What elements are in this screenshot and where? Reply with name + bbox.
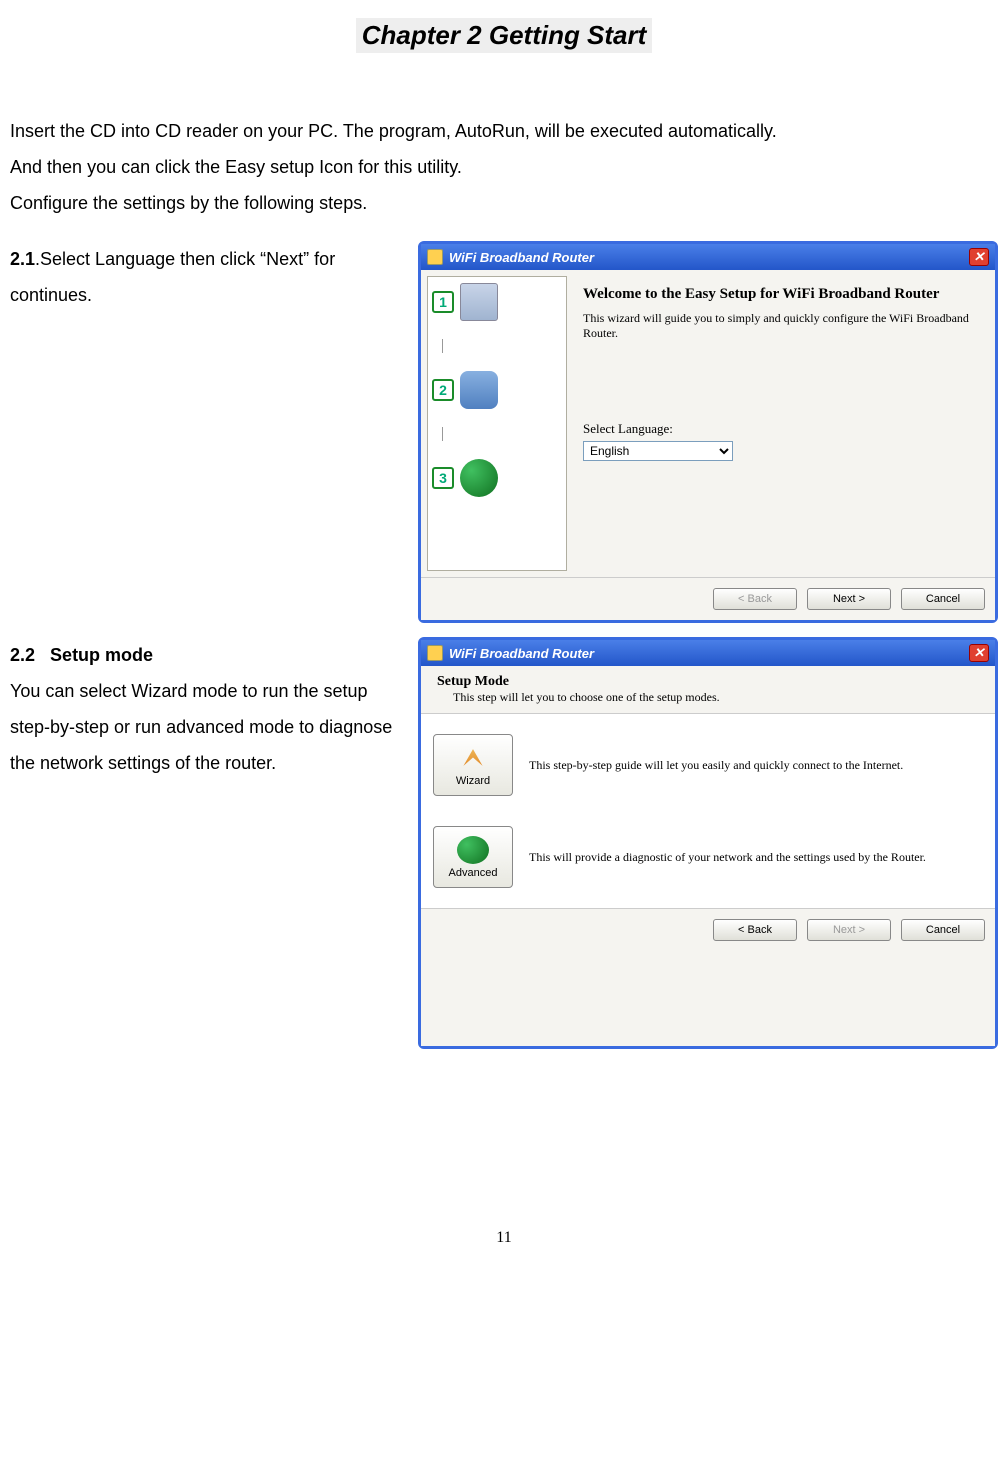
cancel-button[interactable]: Cancel <box>901 588 985 610</box>
cancel-button[interactable]: Cancel <box>901 919 985 941</box>
step-number: 1 <box>432 291 454 313</box>
welcome-title: Welcome to the Easy Setup for WiFi Broad… <box>583 286 973 303</box>
next-button[interactable]: Next > <box>807 919 891 941</box>
wizard-icon <box>457 744 489 772</box>
section-body: You can select Wizard mode to run the se… <box>10 681 392 773</box>
section-22-text: 2.2 Setup mode You can select Wizard mod… <box>10 637 410 1049</box>
back-button[interactable]: < Back <box>713 919 797 941</box>
section-number: 2.1 <box>10 249 35 269</box>
close-button[interactable]: ✕ <box>969 248 989 266</box>
wizard-step-1: 1 <box>432 283 562 321</box>
advanced-icon <box>457 836 489 864</box>
section-number: 2.2 <box>10 645 35 665</box>
wizard-step-2: 2 <box>432 371 562 409</box>
button-bar: < Back Next > Cancel <box>421 908 995 951</box>
setup-mode-title: Setup Mode <box>437 674 979 690</box>
intro-line: Insert the CD into CD reader on your PC.… <box>10 113 998 149</box>
wizard-button[interactable]: Wizard <box>433 734 513 796</box>
chapter-title: Chapter 2 Getting Start <box>356 18 653 53</box>
computer-icon <box>460 283 498 321</box>
titlebar: WiFi Broadband Router ✕ <box>421 244 995 270</box>
section-heading: Setup mode <box>50 645 153 665</box>
advanced-label: Advanced <box>449 867 498 879</box>
setup-mode-header: Setup Mode This step will let you to cho… <box>421 666 995 714</box>
wizard-steps-panel: 1 2 3 <box>427 276 567 571</box>
close-icon: ✕ <box>974 249 985 265</box>
section-body: .Select Language then click “Next” for c… <box>10 249 335 305</box>
wizard-label: Wizard <box>456 775 490 787</box>
dialog-easy-setup: WiFi Broadband Router ✕ 1 <box>418 241 998 623</box>
window-title: WiFi Broadband Router <box>449 646 594 661</box>
welcome-subtitle: This wizard will guide you to simply and… <box>583 311 973 341</box>
language-label: Select Language: <box>583 421 973 437</box>
advanced-description: This will provide a diagnostic of your n… <box>529 850 983 865</box>
step-number: 3 <box>432 467 454 489</box>
wizard-description: This step-by-step guide will let you eas… <box>529 758 983 773</box>
globe-icon <box>460 459 498 497</box>
advanced-button[interactable]: Advanced <box>433 826 513 888</box>
section-21-text: 2.1.Select Language then click “Next” fo… <box>10 241 410 623</box>
close-icon: ✕ <box>974 645 985 661</box>
titlebar: WiFi Broadband Router ✕ <box>421 640 995 666</box>
intro-paragraph: Insert the CD into CD reader on your PC.… <box>10 113 998 221</box>
step-number: 2 <box>432 379 454 401</box>
window-title: WiFi Broadband Router <box>449 250 594 265</box>
language-select[interactable]: English <box>583 441 733 461</box>
dialog-setup-mode: WiFi Broadband Router ✕ Setup Mode This … <box>418 637 998 1049</box>
wizard-step-3: 3 <box>432 459 562 497</box>
next-button[interactable]: Next > <box>807 588 891 610</box>
button-bar: < Back Next > Cancel <box>421 577 995 620</box>
back-button[interactable]: < Back <box>713 588 797 610</box>
setup-mode-subtitle: This step will let you to choose one of … <box>453 690 979 705</box>
page-number: 11 <box>10 1229 998 1247</box>
mode-wizard-row: Wizard This step-by-step guide will let … <box>433 734 983 796</box>
mode-advanced-row: Advanced This will provide a diagnostic … <box>433 826 983 888</box>
close-button[interactable]: ✕ <box>969 644 989 662</box>
app-icon <box>427 645 443 661</box>
intro-line: And then you can click the Easy setup Ic… <box>10 149 998 185</box>
app-icon <box>427 249 443 265</box>
intro-line: Configure the settings by the following … <box>10 185 998 221</box>
router-icon <box>460 371 498 409</box>
